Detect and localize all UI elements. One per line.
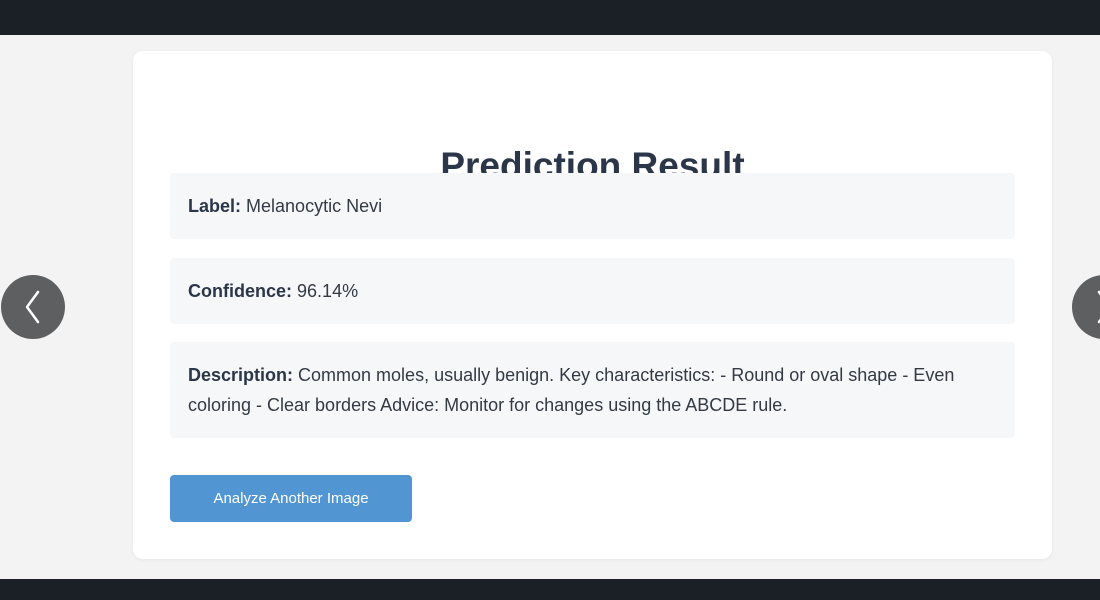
description-value: Common moles, usually benign. Key charac…	[188, 365, 955, 415]
previous-slide-button[interactable]	[1, 275, 65, 339]
bottom-frame-bar	[0, 579, 1100, 600]
label-field: Label: Melanocytic Nevi	[170, 173, 1015, 239]
confidence-key: Confidence:	[188, 281, 293, 301]
description-key: Description:	[188, 365, 294, 385]
label-key: Label:	[188, 196, 242, 216]
next-slide-button[interactable]	[1072, 275, 1100, 339]
description-field: Description: Common moles, usually benig…	[170, 342, 1015, 438]
label-value: Melanocytic Nevi	[246, 196, 383, 216]
top-frame-bar	[0, 0, 1100, 35]
chevron-right-icon	[1097, 290, 1100, 324]
confidence-value: 96.14%	[297, 281, 359, 301]
confidence-field: Confidence: 96.14%	[170, 258, 1015, 324]
analyze-another-image-button[interactable]: Analyze Another Image	[170, 475, 412, 522]
prediction-result-card: Prediction Result Label: Melanocytic Nev…	[133, 51, 1052, 559]
chevron-left-icon	[25, 290, 40, 324]
